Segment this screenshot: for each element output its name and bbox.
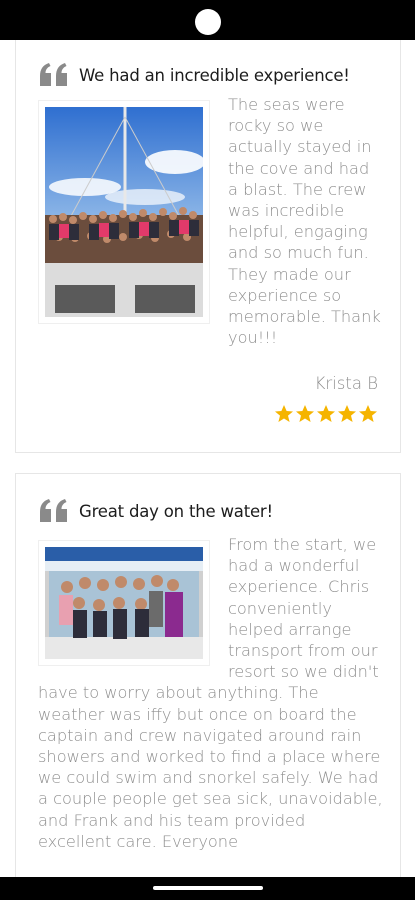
review-header: We had an incredible experience! xyxy=(38,60,350,90)
group-photo-on-boat-deck-image xyxy=(45,107,203,317)
review-card: We had an incredible experience! The sea… xyxy=(15,40,401,453)
review-photo-frame[interactable] xyxy=(38,540,210,666)
group-photo-under-boat-canopy-image xyxy=(45,547,203,659)
star-icon xyxy=(338,405,356,422)
review-title: Great day on the water! xyxy=(79,501,273,521)
review-card: Great day on the water! From the start, … xyxy=(15,473,401,877)
star-rating xyxy=(274,404,378,424)
quote-icon xyxy=(40,63,67,86)
review-text: The seas were rocky so we actually staye… xyxy=(228,95,381,348)
reviews-scroll-area[interactable]: We had an incredible experience! The sea… xyxy=(0,40,415,877)
home-indicator[interactable] xyxy=(153,886,263,890)
star-icon xyxy=(359,405,377,422)
quote-icon xyxy=(40,499,67,522)
star-icon xyxy=(317,405,335,422)
navigation-bar xyxy=(0,877,415,900)
star-icon xyxy=(275,405,293,422)
star-icon xyxy=(296,405,314,422)
front-camera-cutout xyxy=(195,9,221,35)
review-title: We had an incredible experience! xyxy=(79,65,350,85)
review-author: Krista B xyxy=(314,374,378,393)
status-bar xyxy=(0,0,415,40)
review-photo-frame[interactable] xyxy=(38,100,210,324)
review-body: The seas were rocky so we actually staye… xyxy=(38,94,383,348)
review-body: From the start, we had a wonderful exper… xyxy=(38,534,383,852)
review-header: Great day on the water! xyxy=(38,496,273,526)
